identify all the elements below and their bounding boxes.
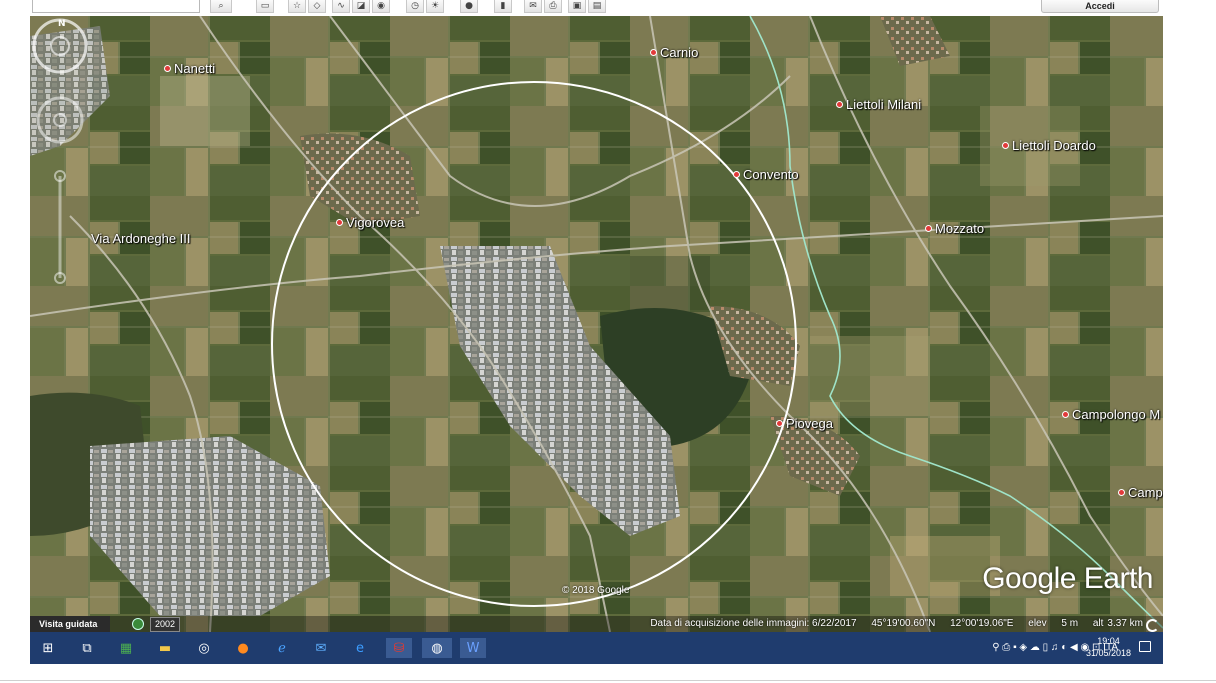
altitude-label: alt bbox=[1092, 618, 1104, 629]
placemark-icon bbox=[1002, 142, 1009, 149]
internet-explorer-icon[interactable]: ℯ bbox=[272, 638, 292, 658]
placemark-icon bbox=[650, 49, 657, 56]
google-earth-logo: Google Earth bbox=[982, 562, 1153, 595]
status-bar: Visita guidata 2002 Data di acquisizione… bbox=[30, 616, 1163, 632]
spreadsheet-icon[interactable]: ▦ bbox=[116, 638, 136, 658]
place-liettoli-doardo[interactable]: Liettoli Doardo bbox=[1002, 138, 1096, 153]
path-icon[interactable]: ∿ bbox=[332, 0, 350, 13]
place-campolongo[interactable]: Campolongo M bbox=[1062, 407, 1160, 422]
settings-icon[interactable]: ◎ bbox=[194, 638, 214, 658]
placemark-icon bbox=[836, 101, 843, 108]
divider bbox=[0, 680, 1216, 681]
copyright-text: © 2018 Google bbox=[562, 585, 630, 596]
svg-text:N: N bbox=[58, 19, 66, 29]
elevation-value: 5 m bbox=[1061, 618, 1079, 629]
elevation-label: elev bbox=[1028, 618, 1047, 629]
word-icon[interactable]: W bbox=[460, 638, 486, 658]
road-label: Via Ardoneghe III bbox=[91, 231, 191, 246]
imagery-year-badge[interactable]: 2002 bbox=[150, 617, 181, 632]
clock-time: 19:04 bbox=[1097, 636, 1120, 646]
history-icon[interactable]: ◷ bbox=[406, 0, 424, 13]
map-imagery bbox=[30, 16, 1163, 632]
placemark-icon bbox=[1118, 489, 1125, 496]
notification-icon[interactable] bbox=[1139, 641, 1151, 652]
file-explorer-icon[interactable]: ▬ bbox=[155, 638, 175, 658]
polygon-icon[interactable]: ◇ bbox=[308, 0, 326, 13]
maps-icon[interactable]: ▤ bbox=[588, 0, 606, 13]
status-readout: Data di acquisizione delle immagini: 6/2… bbox=[638, 616, 1143, 632]
satellite-map[interactable]: Nanetti Carnio Liettoli Milani Liettoli … bbox=[30, 16, 1163, 632]
placemark-icon bbox=[336, 219, 343, 226]
place-piovega[interactable]: Piovega bbox=[776, 416, 833, 431]
sun-icon[interactable]: ☀ bbox=[426, 0, 444, 13]
place-carnio[interactable]: Carnio bbox=[650, 45, 698, 60]
save-image-icon[interactable]: ▣ bbox=[568, 0, 586, 13]
search-input[interactable] bbox=[32, 0, 200, 13]
edge-icon[interactable]: e bbox=[350, 638, 370, 658]
planets-icon[interactable]: ● bbox=[460, 0, 478, 13]
mail-icon[interactable]: ✉ bbox=[311, 638, 331, 658]
ruler-icon[interactable]: ▮ bbox=[494, 0, 512, 13]
placemark-icon bbox=[1062, 411, 1069, 418]
historical-imagery-icon[interactable] bbox=[132, 618, 144, 630]
tour-icon[interactable]: ◉ bbox=[372, 0, 390, 13]
acrobat-icon[interactable]: ⛁ bbox=[386, 638, 412, 658]
placemark-icon bbox=[925, 225, 932, 232]
print-icon[interactable]: ⎙ bbox=[544, 0, 562, 13]
overlay-icon[interactable]: ◪ bbox=[352, 0, 370, 13]
email-icon[interactable]: ✉ bbox=[524, 0, 542, 13]
taskbar: ⊞ ⧉ ▦ ▬ ◎ ● ℯ ✉ e ⛁ ◍ W ⚲ ⎙ ▪ ◈ ☁ ▯ ♫ ◐ … bbox=[30, 632, 1163, 664]
toolbar: ⌕ ▭ ☆ ◇ ∿ ◪ ◉ ◷ ☀ ● ▮ ✉ ⎙ ▣ ▤ Accedi bbox=[0, 0, 1216, 16]
place-liettoli-milani[interactable]: Liettoli Milani bbox=[836, 97, 921, 112]
loading-spinner-icon bbox=[1146, 619, 1159, 632]
guided-tour-button[interactable]: Visita guidata bbox=[30, 616, 110, 632]
navigation-controls[interactable]: N bbox=[30, 16, 90, 306]
altitude-value: 3.37 km bbox=[1107, 618, 1143, 629]
place-mozzato[interactable]: Mozzato bbox=[925, 221, 984, 236]
task-view-icon[interactable]: ⧉ bbox=[77, 638, 97, 658]
longitude: 12°00'19.06"E bbox=[950, 618, 1014, 629]
clock-date: 31/05/2018 bbox=[1085, 648, 1131, 658]
placemark-icon[interactable]: ☆ bbox=[288, 0, 306, 13]
acquisition-date: Data di acquisizione delle immagini: 6/2… bbox=[650, 618, 857, 629]
login-button[interactable]: Accedi bbox=[1041, 0, 1159, 13]
place-convento[interactable]: Convento bbox=[733, 167, 799, 182]
clock[interactable]: 19:04 31/05/2018 bbox=[1086, 635, 1131, 659]
place-nanetti[interactable]: Nanetti bbox=[164, 61, 215, 76]
windows-start-icon[interactable]: ⊞ bbox=[38, 638, 58, 658]
place-camp[interactable]: Camp bbox=[1118, 485, 1163, 500]
placemark-icon bbox=[776, 420, 783, 427]
placemark-icon bbox=[164, 65, 171, 72]
latitude: 45°19'00.60"N bbox=[871, 618, 936, 629]
firefox-icon[interactable]: ● bbox=[233, 638, 253, 658]
place-vigorovea[interactable]: Vigorovea bbox=[336, 215, 404, 230]
sidebar-icon[interactable]: ▭ bbox=[256, 0, 274, 13]
search-icon[interactable]: ⌕ bbox=[210, 0, 232, 13]
placemark-icon bbox=[733, 171, 740, 178]
google-earth-icon[interactable]: ◍ bbox=[422, 638, 452, 658]
